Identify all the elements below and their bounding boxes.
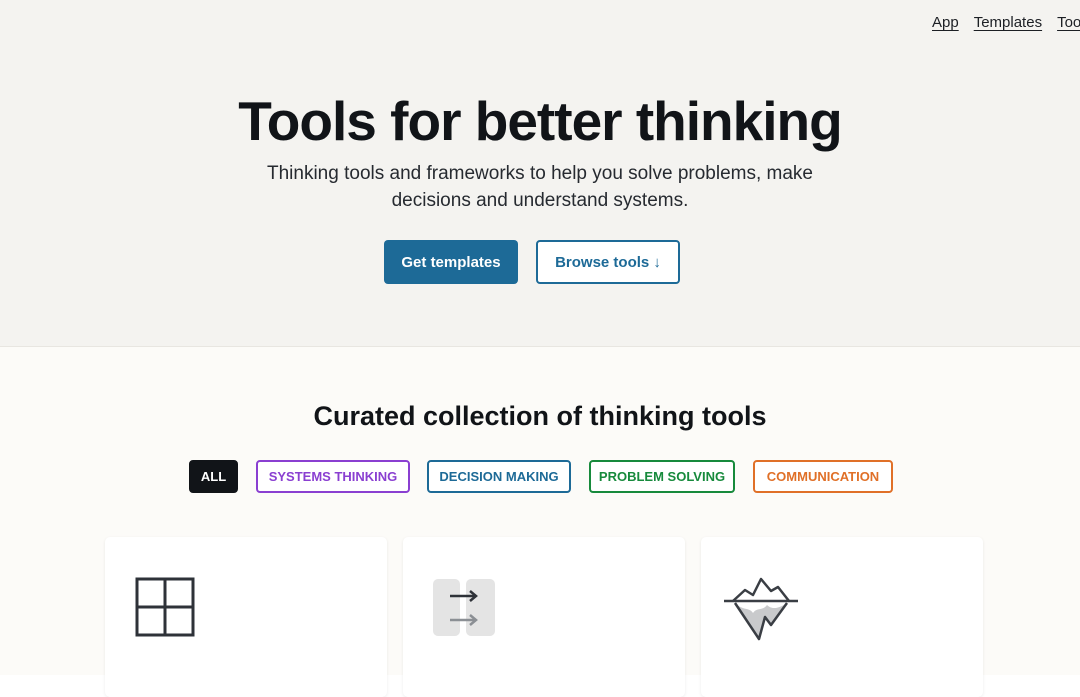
hero-section: App Templates Tools Tools for better thi… <box>0 0 1080 347</box>
browse-tools-button[interactable]: Browse tools ↓ <box>536 240 680 284</box>
nav-link-app[interactable]: App <box>932 14 959 31</box>
nav-link-templates[interactable]: Templates <box>974 14 1042 31</box>
section-title: Curated collection of thinking tools <box>313 401 767 431</box>
hero-title: Tools for better thinking <box>238 90 842 152</box>
filter-problem-solving[interactable]: PROBLEM SOLVING <box>589 460 735 493</box>
tool-card[interactable] <box>105 537 387 697</box>
tool-card[interactable] <box>701 537 983 697</box>
get-templates-button[interactable]: Get templates <box>384 240 518 284</box>
iceberg-icon <box>723 577 799 646</box>
nav-link-tools[interactable]: Tools <box>1057 14 1080 31</box>
hero-subtitle: Thinking tools and frameworks to help yo… <box>267 163 813 211</box>
filter-decision-making[interactable]: DECISION MAKING <box>427 460 571 493</box>
filter-all[interactable]: ALL <box>189 460 238 493</box>
double-arrow-compare-icon <box>433 577 495 642</box>
tools-collection-section: Curated collection of thinking tools ALL… <box>0 347 1080 697</box>
filter-communication[interactable]: COMMUNICATION <box>753 460 893 493</box>
top-nav: App Templates Tools <box>932 14 1080 31</box>
grid-quadrant-icon <box>135 577 195 642</box>
tool-card[interactable] <box>403 537 685 697</box>
filter-systems-thinking[interactable]: SYSTEMS THINKING <box>256 460 410 493</box>
